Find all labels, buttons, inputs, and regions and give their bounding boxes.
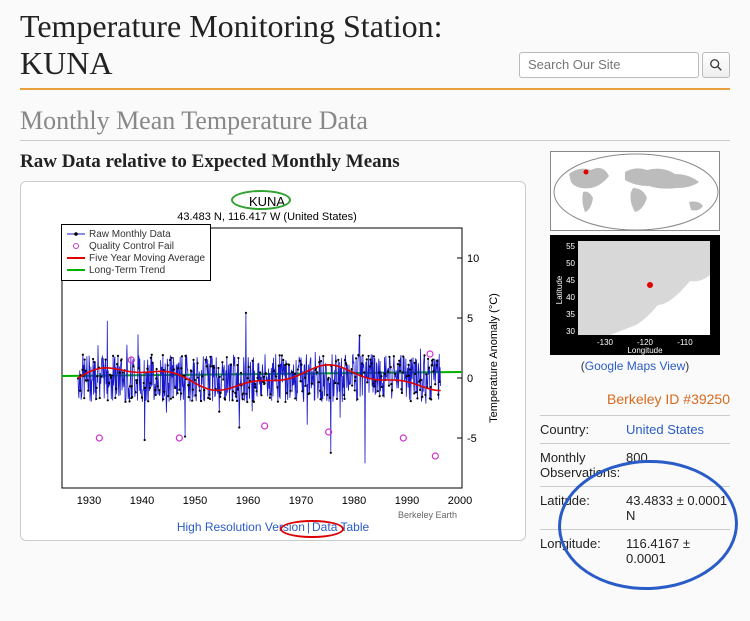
svg-text:-110: -110	[677, 338, 693, 347]
info-row-latitude: Latitude: 43.4833 ± 0.0001 N	[540, 486, 730, 529]
chart-footer: Berkeley Earth	[398, 510, 457, 520]
svg-text:50: 50	[566, 259, 575, 268]
chart-xticks: 1930 1940 1950 1960 1970 1980 1990 2000	[77, 495, 472, 507]
svg-text:5: 5	[467, 313, 473, 325]
google-maps-view-link-wrap: (Google Maps View)	[540, 359, 730, 373]
svg-text:1940: 1940	[130, 495, 154, 507]
svg-text:30: 30	[566, 327, 575, 336]
info-row-longitude: Longitude: 116.4167 ± 0.0001	[540, 529, 730, 572]
svg-text:1970: 1970	[289, 495, 313, 507]
svg-text:-130: -130	[597, 338, 614, 347]
chart-yticks: 10 5 0 -5	[457, 253, 479, 445]
section-title: Monthly Mean Temperature Data	[20, 106, 730, 141]
svg-text:35: 35	[566, 310, 575, 319]
svg-text:40: 40	[566, 293, 575, 302]
berkeley-id: Berkeley ID #39250	[540, 391, 730, 407]
country-link[interactable]: United States	[626, 422, 730, 437]
subsection-title: Raw Data relative to Expected Monthly Me…	[20, 151, 526, 173]
chart-ylabel: Temperature Anomaly (°C)	[488, 293, 500, 423]
station-info-table: Berkeley ID #39250 Country: United State…	[540, 391, 730, 572]
svg-text:1990: 1990	[395, 495, 419, 507]
search-icon	[709, 58, 723, 72]
chart-legend: Raw Monthly Data Quality Control Fail Fi…	[61, 224, 211, 281]
high-res-link[interactable]: High Resolution Version	[177, 520, 305, 534]
world-locator-map	[550, 151, 720, 231]
svg-text:2000: 2000	[448, 495, 472, 507]
info-row-country: Country: United States	[540, 415, 730, 443]
region-map-station-dot	[647, 282, 653, 288]
search-input[interactable]	[519, 52, 699, 78]
svg-text:1950: 1950	[183, 495, 207, 507]
svg-text:Latitude: Latitude	[555, 275, 564, 304]
chart-location-line: 43.483 N, 116.417 W (United States)	[177, 211, 357, 223]
svg-text:-5: -5	[467, 433, 477, 445]
world-map-station-dot	[584, 169, 589, 174]
svg-text:45: 45	[566, 276, 575, 285]
svg-text:10: 10	[467, 253, 479, 265]
svg-text:1930: 1930	[77, 495, 101, 507]
google-maps-view-link[interactable]: Google Maps View	[585, 359, 686, 373]
temperature-anomaly-chart: KUNA 43.483 N, 116.417 W (United States)…	[20, 181, 526, 541]
region-locator-map: 55 50 45 40 35 30 Latitude -130 -120 -11…	[550, 235, 720, 355]
page-title: Temperature Monitoring Station: KUNA	[20, 8, 443, 82]
svg-text:1980: 1980	[342, 495, 366, 507]
svg-text:Longitude: Longitude	[627, 346, 663, 355]
svg-text:55: 55	[566, 242, 575, 251]
data-table-link[interactable]: Data Table	[312, 520, 369, 534]
search-button[interactable]	[702, 52, 730, 78]
info-row-observations: Monthly Observations: 800	[540, 443, 730, 486]
svg-text:1960: 1960	[236, 495, 260, 507]
chart-station-name: KUNA	[249, 194, 285, 209]
raw-monthly-data	[77, 311, 441, 463]
svg-text:0: 0	[467, 373, 473, 385]
